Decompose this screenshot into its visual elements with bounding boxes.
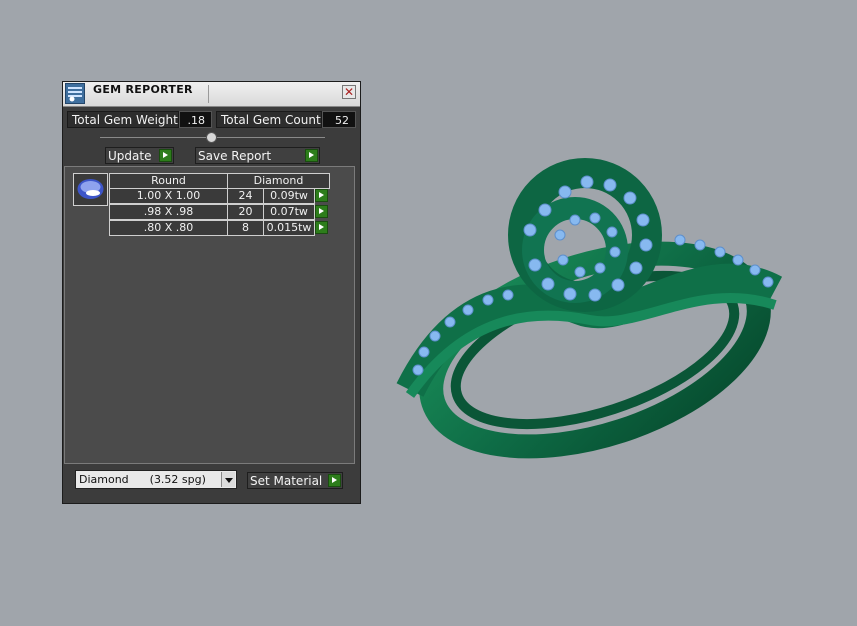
material-select-value: Diamond (3.52 spg) [79, 473, 206, 486]
titlebar[interactable]: GEM REPORTER ✕ [63, 82, 360, 107]
play-arrow-icon [305, 149, 318, 162]
gem-size-cell: 1.00 X 1.00 [109, 188, 228, 204]
gem-reporter-app-icon [65, 83, 85, 104]
gem-count-cell: 8 [227, 220, 264, 236]
total-gem-count-value: 52 [322, 111, 356, 128]
row-select-arrow-icon[interactable] [315, 205, 328, 218]
3d-ring-viewport[interactable] [380, 140, 800, 480]
gem-weight-cell: 0.07tw [263, 204, 315, 220]
gem-weight-cell: 0.09tw [263, 188, 315, 204]
row-select-arrow-icon[interactable] [315, 189, 328, 202]
title-separator [208, 85, 209, 103]
play-arrow-icon [159, 149, 172, 162]
set-material-button[interactable]: Set Material [247, 472, 343, 489]
round-diamond-thumbnail-icon[interactable] [73, 173, 108, 206]
set-material-button-label: Set Material [250, 474, 323, 488]
total-gem-weight-label: Total Gem Weight [67, 111, 179, 128]
splitter-handle[interactable] [206, 132, 217, 143]
gem-reporter-panel: GEM REPORTER ✕ Total Gem Weight .18 Tota… [62, 81, 361, 504]
center-knot [508, 158, 662, 312]
material-select[interactable]: Diamond (3.52 spg) [75, 470, 237, 489]
gem-size-cell: .80 X .80 [109, 220, 228, 236]
update-button-label: Update [108, 149, 152, 163]
gem-weight-cell: 0.015tw [263, 220, 315, 236]
update-button[interactable]: Update [105, 147, 174, 164]
dropdown-arrow-icon[interactable] [221, 472, 235, 487]
close-button[interactable]: ✕ [342, 85, 356, 99]
total-gem-weight-value: .18 [179, 111, 212, 128]
play-arrow-icon [328, 474, 341, 487]
shape-column-header: Round [109, 173, 228, 189]
row-select-arrow-icon[interactable] [315, 221, 328, 234]
total-gem-count-label: Total Gem Count [216, 111, 322, 128]
save-report-button-label: Save Report [198, 149, 272, 163]
material-column-header: Diamond [227, 173, 330, 189]
gem-size-cell: .98 X .98 [109, 204, 228, 220]
ring-shank [419, 241, 771, 459]
gem-list-area: Round Diamond 1.00 X 1.00 24 0.09tw .98 … [64, 166, 355, 464]
gem-count-cell: 24 [227, 188, 264, 204]
gem-count-cell: 20 [227, 204, 264, 220]
save-report-button[interactable]: Save Report [195, 147, 320, 164]
window-title: GEM REPORTER [93, 83, 193, 96]
